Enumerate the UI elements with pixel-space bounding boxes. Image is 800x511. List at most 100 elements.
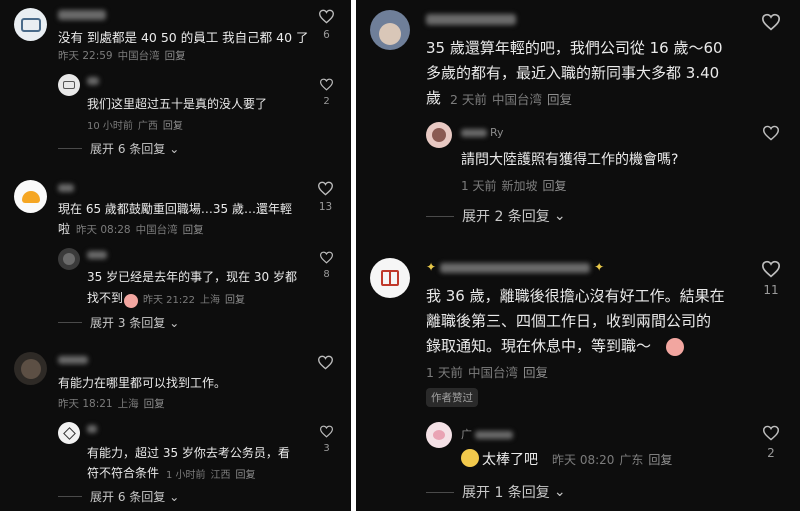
comment-text-line: 啦 [58,222,71,236]
comment-time: 昨天 22:59 [58,50,113,62]
reply-meta: 昨天 08:20 广东 回复 [552,451,677,468]
reply-button[interactable]: 回复 [144,398,165,410]
username-fragment: 广 [461,428,472,441]
username-blurred[interactable] [87,76,99,87]
comment-meta: 昨天 22:59 中国台湾 回复 [58,48,191,63]
expand-label: 展开 1 条回复 [462,485,550,501]
divider-line [58,148,82,149]
comment-time: 1 天前 [426,365,463,380]
reply-text-line: 找不到 [87,291,124,305]
sparkle-icon: ✦ [594,260,605,274]
reply-time: 10 小时前 [87,121,133,132]
reply-button[interactable]: 回复 [165,50,186,62]
reply-button[interactable]: 回复 [648,453,672,467]
reply-button[interactable]: 回复 [183,224,204,236]
reply-meta: 10 小时前 广西 回复 [87,117,188,132]
expand-replies-button[interactable]: 展开 6 条回复 ⌄ [58,488,179,505]
username-blurred[interactable] [58,8,106,21]
like-count: 2 [323,96,330,107]
reply-button[interactable]: 回复 [547,92,572,107]
heart-outline-icon [319,78,334,91]
avatar[interactable] [426,122,452,148]
username-blurred[interactable] [58,355,88,366]
reply-text-line: 符不符合条件 [87,466,160,480]
like-button[interactable]: 11 [761,260,781,297]
avatar[interactable] [14,180,47,213]
chevron-down-icon: ⌄ [169,141,180,156]
chevron-down-icon: ⌄ [553,208,566,224]
reply-location: 新加坡 [501,179,538,193]
reply-button[interactable]: 回复 [225,295,245,306]
expand-replies-button[interactable]: 展开 2 条回复 ⌄ [426,206,566,226]
username-blurred[interactable]: 广 [461,426,513,442]
heart-outline-icon [761,260,781,278]
comment-meta: 2 天前 中国台湾 回复 [450,89,577,108]
heart-outline-icon [317,181,334,196]
like-button[interactable]: 6 [318,9,335,41]
comment-location: 上海 [117,398,139,410]
pig-face-emoji-icon [666,337,684,356]
reply-button[interactable]: 回复 [236,470,256,481]
reply-time: 昨天 21:22 [143,295,195,306]
heart-outline-icon [761,13,781,31]
reply-location: 广东 [619,453,644,467]
expand-replies-button[interactable]: 展开 1 条回复 ⌄ [426,482,566,502]
like-count: 13 [318,201,333,213]
comment-meta: 昨天 08:28 中国台湾 回复 [76,222,209,237]
reply-meta: 1 天前 新加坡 回复 [461,177,571,194]
avatar[interactable] [370,258,410,298]
heart-outline-icon [319,251,334,264]
heart-outline-icon [762,125,780,141]
chevron-down-icon: ⌄ [169,489,180,504]
like-button[interactable]: 8 [319,251,334,280]
avatar[interactable] [58,422,80,444]
comment-time: 昨天 08:28 [76,224,131,236]
username-blurred[interactable] [426,12,516,26]
reply-location: 广西 [137,121,158,132]
avatar[interactable] [370,10,410,50]
like-count: 8 [323,269,330,280]
avatar[interactable] [14,8,47,41]
comment-text-line: 有能力在哪里都可以找到工作。 [58,376,227,390]
username-blurred[interactable] [87,424,97,435]
reply-meta: 1 小时前 江西 回复 [166,466,261,481]
like-button[interactable]: 13 [317,181,334,213]
heart-outline-icon [319,425,334,438]
chevron-down-icon: ⌄ [553,484,566,500]
like-count: 11 [763,283,779,297]
comment-text-line: 現在 65 歲都鼓勵重回職場…35 歲…還年輕 [58,202,292,216]
reply-time: 昨天 08:20 [552,453,615,467]
username-blurred[interactable] [58,183,74,194]
heart-outline-icon [317,355,334,370]
reply-button[interactable]: 回复 [542,179,566,193]
avatar[interactable] [426,422,452,448]
like-button[interactable] [317,355,334,370]
like-button[interactable] [762,125,780,141]
comment-text-line: 錄取通知。現在休息中，等到職～ [426,337,652,355]
expand-replies-button[interactable]: 展开 3 条回复 ⌄ [58,314,179,331]
comment-location: 中国台湾 [491,92,542,107]
like-button[interactable]: 2 [762,425,780,460]
comment-text-line: 歲 [426,89,442,107]
heart-outline-icon [762,425,780,441]
expand-replies-button[interactable]: 展开 6 条回复 ⌄ [58,140,179,157]
comments-panel-left: 没有 到處都是 40 50 的員工 我自己都 40 了 昨天 22:59 中国台湾… [0,0,351,511]
comment-location: 中国台湾 [467,365,518,380]
username-blurred[interactable]: ✦ ✦ [426,260,604,274]
like-button[interactable] [761,13,781,31]
reply-button[interactable]: 回复 [163,121,183,132]
like-button[interactable]: 2 [319,78,334,107]
username-blurred[interactable] [87,250,107,261]
avatar[interactable] [58,74,80,96]
reply-button[interactable]: 回复 [523,365,548,380]
divider-line [426,215,454,217]
comment-text-line: 我 36 歲，離職後很擔心沒有好工作。結果在 [426,287,725,305]
avatar[interactable] [14,352,47,385]
like-button[interactable]: 3 [319,425,334,454]
avatar[interactable] [58,248,80,270]
comment-text-line: 没有 到處都是 40 50 的員工 我自己都 40 了 [58,30,309,45]
divider-line [58,322,82,323]
reply-text-line: 有能力，超过 35 岁你去考公务员，看 [87,446,290,460]
reply-text-line: 我们这里超过五十是真的没人要了 [87,97,268,111]
username-blurred[interactable]: Ry [461,126,504,139]
